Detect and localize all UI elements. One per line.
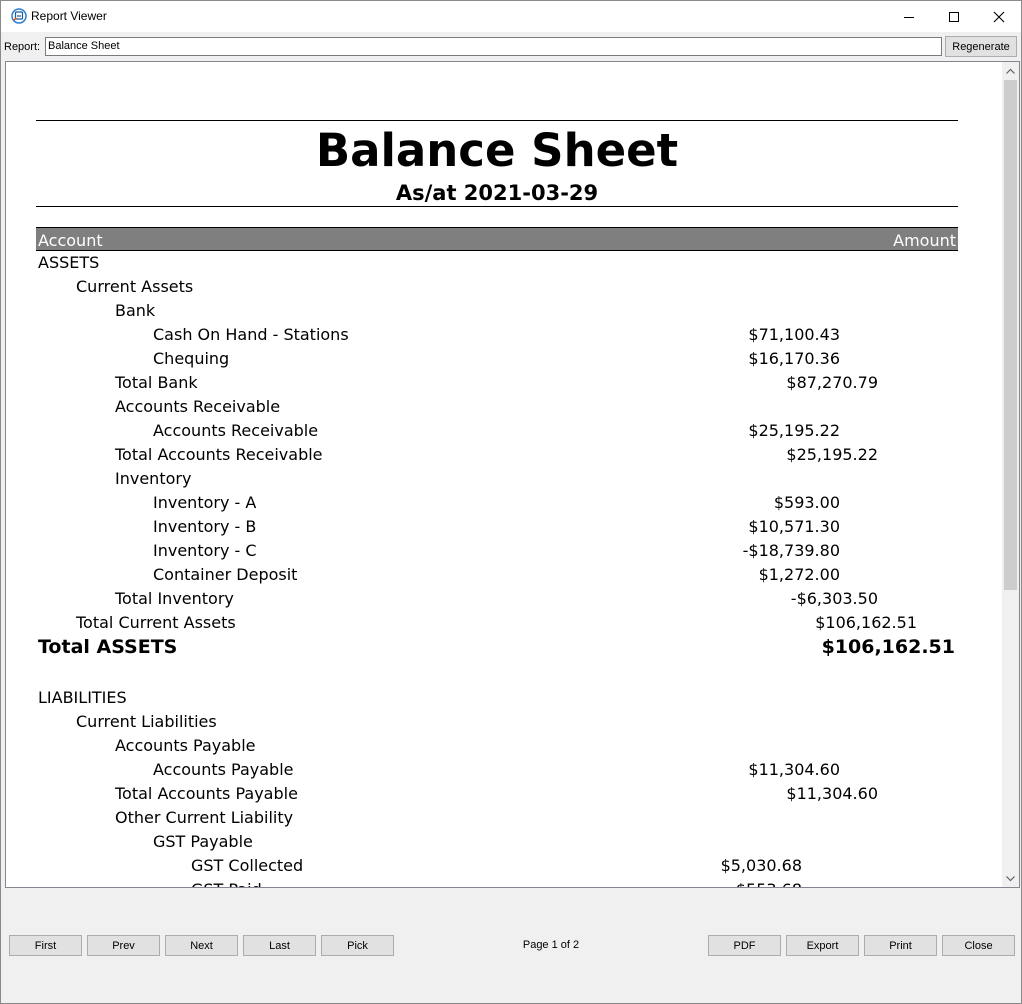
report-line-amount: -$6,303.50 (790, 589, 878, 608)
scroll-down-icon[interactable] (1002, 870, 1019, 887)
export-button[interactable]: Export (786, 935, 859, 956)
report-line-amount: $593.00 (773, 493, 840, 512)
report-line-amount: $71,100.43 (748, 325, 840, 344)
prev-page-button[interactable]: Prev (87, 935, 160, 956)
report-line-amount: $87,270.79 (786, 373, 878, 392)
title-top-rule (36, 120, 958, 121)
pick-page-button[interactable]: Pick (321, 935, 394, 956)
report-line-amount: $11,304.60 (748, 760, 840, 779)
print-button[interactable]: Print (864, 935, 937, 956)
title-bar: Report Viewer (1, 1, 1021, 32)
minimize-button[interactable] (886, 1, 932, 32)
report-selector-row: Report: Balance Sheet (1, 34, 1021, 60)
last-page-button[interactable]: Last (243, 935, 316, 956)
column-header: Account Amount (36, 227, 958, 251)
report-line-label: Inventory - C (153, 541, 257, 560)
report-line-label: Cash On Hand - Stations (153, 325, 349, 344)
vertical-scrollbar[interactable] (1002, 62, 1019, 887)
report-line-label: Other Current Liability (115, 808, 294, 827)
report-line-label: Accounts Receivable (115, 397, 281, 416)
report-line-label: ASSETS (38, 253, 100, 272)
report-viewport: Balance Sheet As/at 2021-03-29 Account A… (5, 61, 1020, 888)
report-label: Report: (4, 41, 41, 53)
first-page-button[interactable]: First (9, 935, 82, 956)
report-line-label: Inventory (115, 469, 192, 488)
report-line-label: Inventory - B (153, 517, 257, 536)
app-icon (11, 8, 27, 24)
report-subtitle: As/at 2021-03-29 (395, 181, 599, 205)
report-line-label: Container Deposit (153, 565, 298, 584)
report-line-label: GST Collected (191, 856, 304, 875)
amount-column-header: Amount (893, 231, 956, 250)
report-line-label: GST Payable (153, 832, 253, 851)
report-line-label: Current Liabilities (76, 712, 217, 731)
report-line-label: Total Accounts Payable (115, 784, 298, 803)
report-line-label: Total Inventory (115, 589, 234, 608)
report-line-label: Total Bank (115, 373, 198, 392)
report-line-amount: $10,571.30 (748, 517, 840, 536)
report-line-amount: $25,195.22 (786, 445, 878, 464)
report-line-label: LIABILITIES (38, 688, 127, 707)
close-button[interactable]: Close (942, 935, 1015, 956)
scrollbar-thumb[interactable] (1004, 80, 1017, 590)
report-line-amount: $11,304.60 (786, 784, 878, 803)
next-page-button[interactable]: Next (165, 935, 238, 956)
window-title: Report Viewer (31, 9, 107, 23)
report-line-label: Current Assets (76, 277, 194, 296)
maximize-icon (949, 11, 959, 22)
minimize-icon (904, 16, 914, 18)
report-line-label: Total Current Assets (76, 613, 236, 632)
report-line-label: Accounts Payable (153, 760, 294, 779)
report-line-label: Accounts Payable (115, 736, 256, 755)
report-line-label: GST Paid (191, 878, 262, 887)
report-page: Balance Sheet As/at 2021-03-29 Account A… (6, 62, 1002, 887)
report-line-amount: $1,272.00 (758, 565, 840, 584)
close-window-button[interactable] (976, 1, 1022, 32)
report-line-label: Chequing (153, 349, 230, 368)
account-column-header: Account (38, 231, 103, 250)
report-line-amount: $106,162.51 (821, 636, 955, 658)
report-title: Balance Sheet (315, 124, 679, 177)
report-line-amount: $5,030.68 (720, 856, 802, 875)
close-icon (993, 11, 1005, 22)
report-line-amount: $16,170.36 (748, 349, 840, 368)
report-line-amount: $25,195.22 (748, 421, 840, 440)
report-line-label: Total Accounts Receivable (115, 445, 323, 464)
report-line-label: Accounts Receivable (153, 421, 319, 440)
report-name-field[interactable]: Balance Sheet (45, 37, 942, 56)
report-viewer-window: Report Viewer Report: Balance Sheet Rege… (0, 0, 1022, 1004)
maximize-button[interactable] (931, 1, 977, 32)
report-line-amount: -$18,739.80 (742, 541, 840, 560)
report-line-amount: -$553.68 (602, 878, 802, 887)
pdf-button[interactable]: PDF (708, 935, 781, 956)
report-line-label: Bank (115, 301, 156, 320)
title-bottom-rule (36, 206, 958, 207)
page-indicator: Page 1 of 2 (522, 939, 580, 951)
report-line-label: Total ASSETS (38, 636, 178, 658)
scroll-up-icon[interactable] (1002, 62, 1019, 79)
regenerate-button[interactable]: Regenerate (945, 36, 1017, 57)
report-line-amount: $106,162.51 (815, 613, 917, 632)
report-line-label: Inventory - A (153, 493, 257, 512)
